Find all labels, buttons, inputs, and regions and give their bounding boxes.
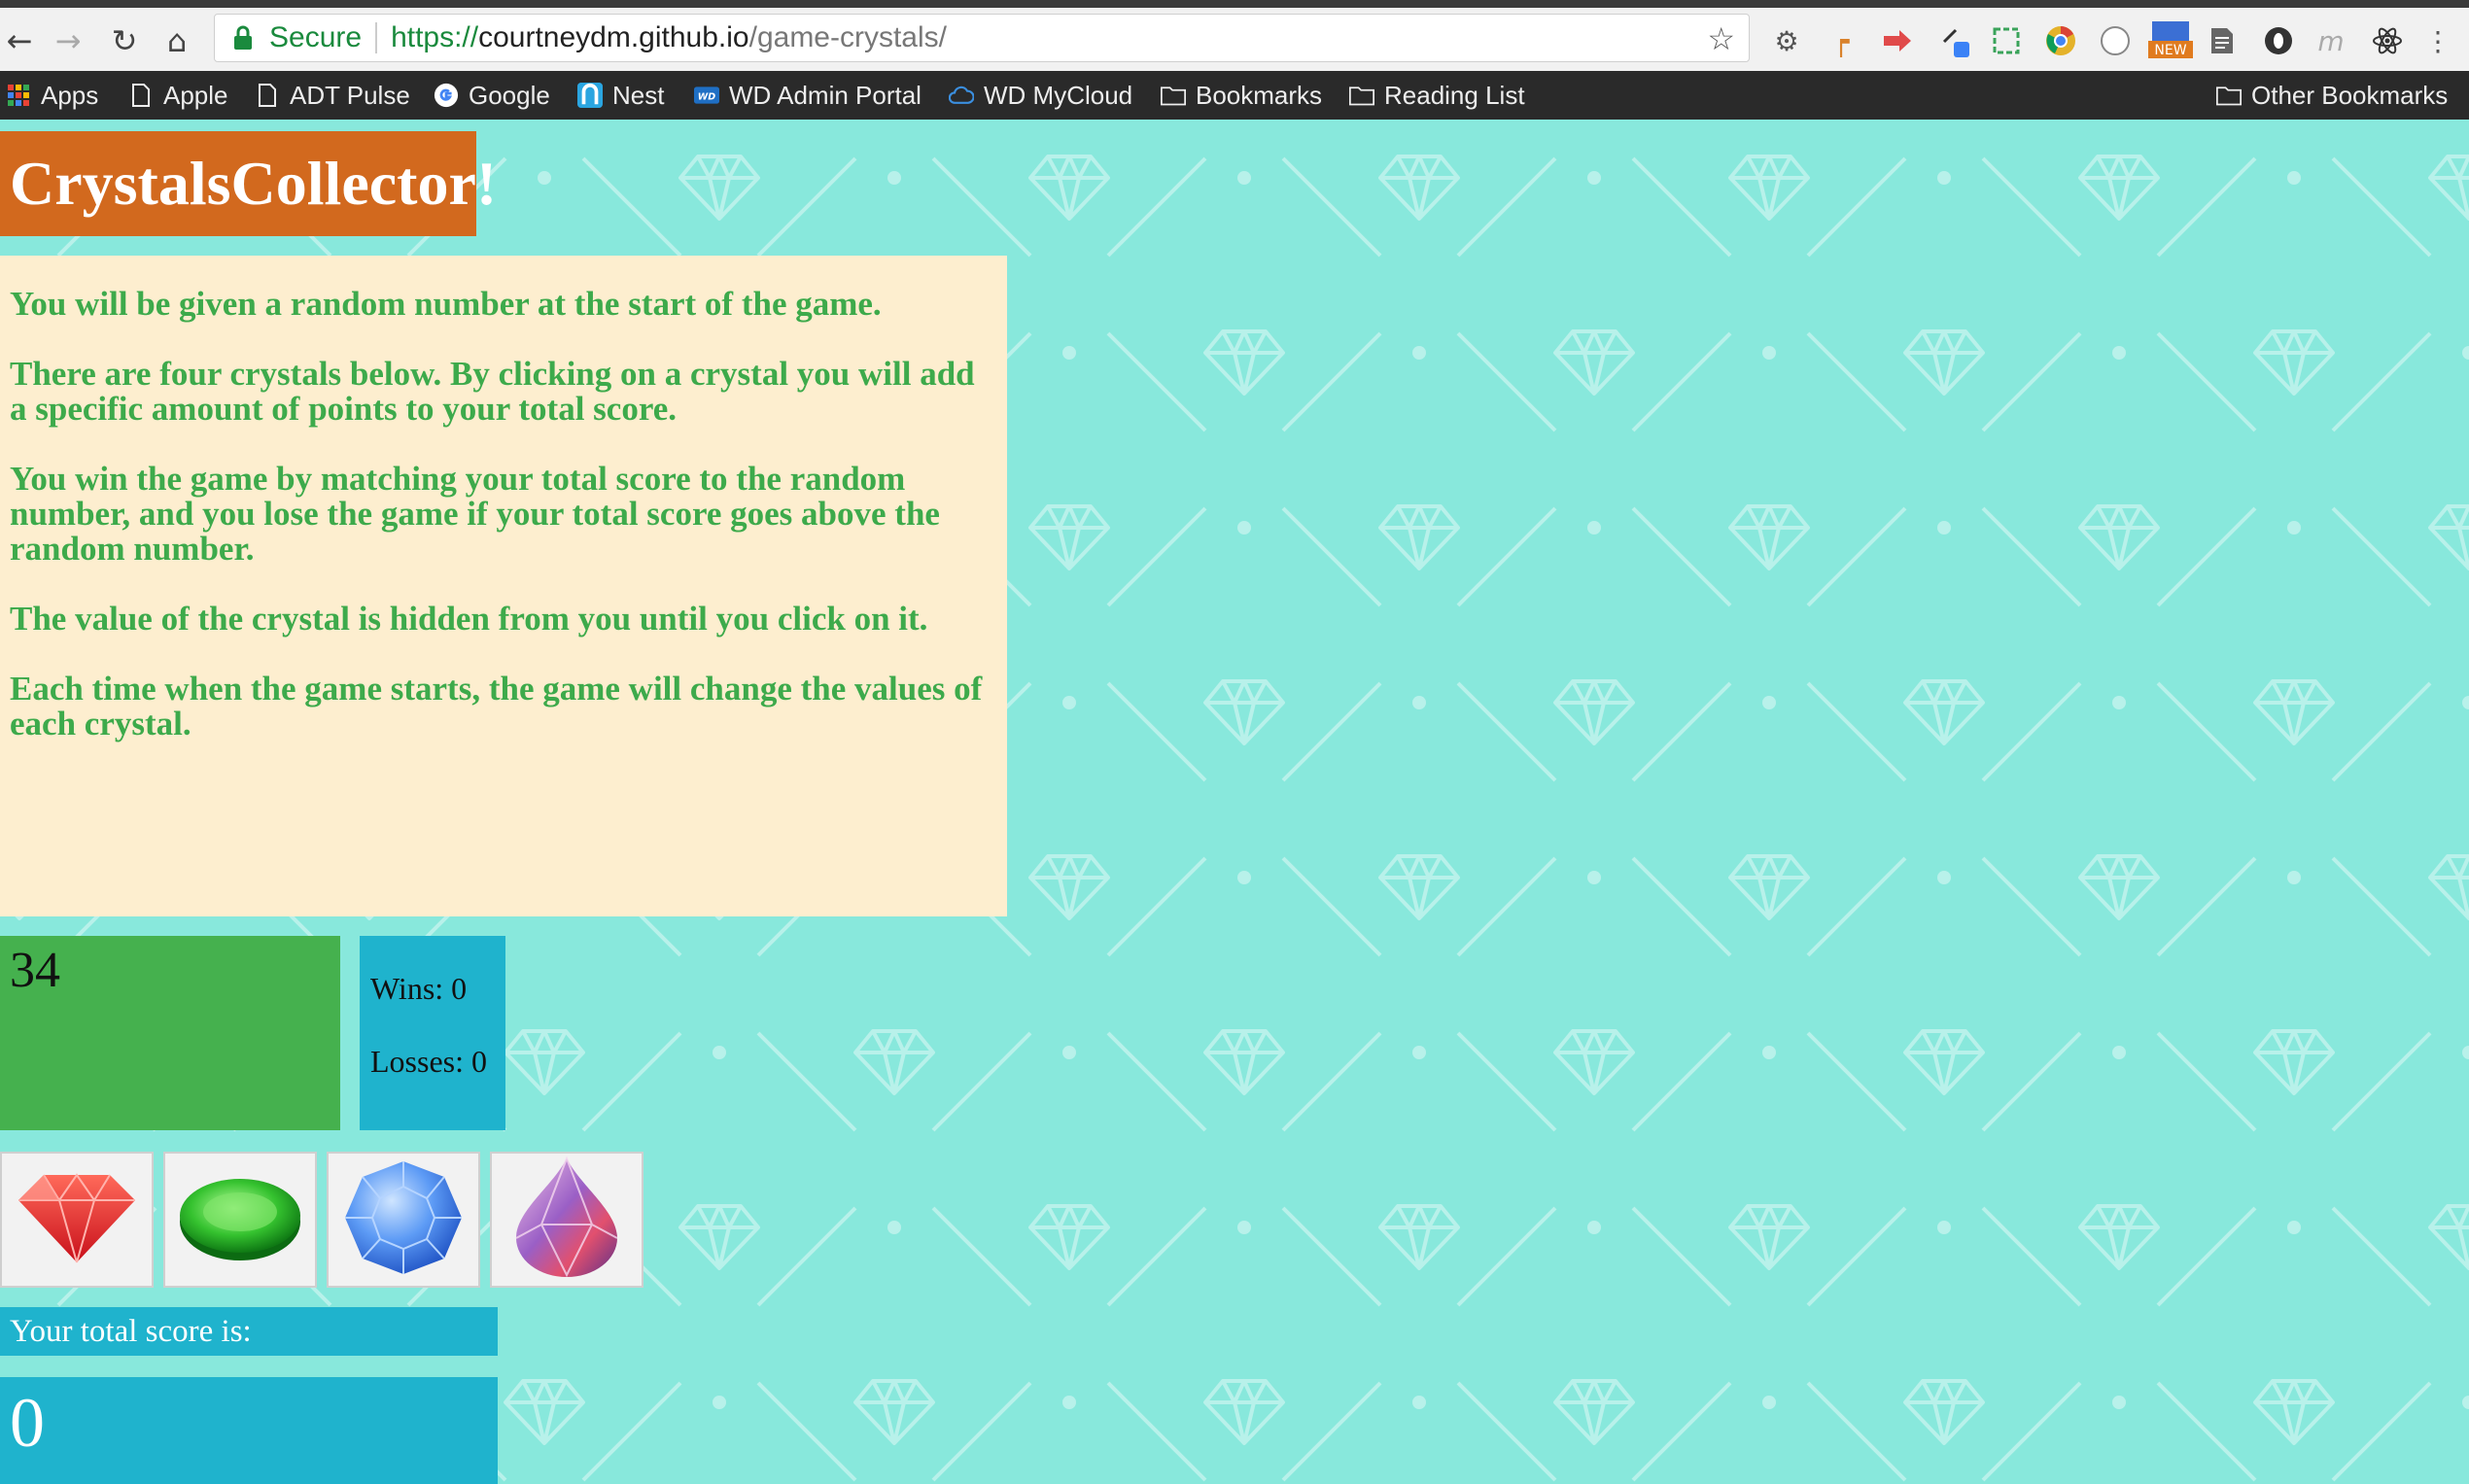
total-score-label: Your total score is: [0,1307,498,1356]
bookmark-wd-admin-portal[interactable]: WD WD Admin Portal [694,71,922,120]
bookmark-google[interactable]: Google [434,71,550,120]
pen-icon[interactable] [1938,23,1973,58]
red-crystal-icon [15,1169,139,1271]
page-icon [255,83,280,108]
atom-icon[interactable] [2370,23,2405,58]
bookmark-apple[interactable]: Apple [128,71,228,120]
circle-icon[interactable] [2098,23,2133,58]
bookmark-label: Apple [163,80,228,110]
crystal-button-blue[interactable] [327,1152,480,1288]
bookmark-star-icon[interactable]: ☆ [1707,20,1735,57]
crystal-button-green[interactable] [163,1152,317,1288]
bookmark-label: Bookmarks [1196,80,1323,110]
bookmark-label: Nest [612,80,665,110]
document-icon[interactable] [2205,23,2240,58]
red-arrow-icon[interactable] [1880,23,1915,58]
pin-icon[interactable]: ┍ [1824,23,1859,58]
bookmark-label: Reading List [1384,80,1525,110]
bookmark-label: Apps [41,80,99,110]
new-badge-icon[interactable]: NEW [2148,21,2193,58]
win-loss-panel: Wins: 0 Losses: 0 [360,936,505,1130]
browser-toolbar: ← → ↻ ⌂ Secure https:// courtneydm.githu… [0,0,2469,71]
crystal-button-red[interactable] [0,1152,154,1288]
address-bar[interactable]: Secure https:// courtneydm.github.io /ga… [214,14,1750,62]
cloud-icon [949,83,974,108]
wins-count: Wins: 0 [370,971,468,1006]
bookmark-wd-mycloud[interactable]: WD MyCloud [949,71,1132,120]
instruction-text: You win the game by matching your total … [10,460,940,568]
bookmark-adt-pulse[interactable]: ADT Pulse [255,71,410,120]
svg-text:NEW: NEW [2154,43,2186,58]
chrome-logo-icon[interactable] [2043,23,2078,58]
instruction-text: You will be given a random number at the… [10,285,882,323]
lock-icon [232,23,258,52]
home-icon[interactable]: ⌂ [157,21,196,60]
google-icon [434,83,459,108]
blue-crystal-icon [343,1159,464,1281]
game-page: CrystalsCollector! You will be given a r… [0,120,2469,1484]
bookmark-nest[interactable]: Nest [577,71,664,120]
secure-label: Secure [269,21,363,53]
folder-icon [1349,83,1374,108]
instruction-text: There are four crystals below. By clicki… [10,355,975,428]
page-icon [128,83,154,108]
game-title: CrystalsCollector! [0,131,497,236]
losses-count: Losses: 0 [370,1044,487,1079]
svg-text:WD: WD [698,91,715,102]
gear-icon[interactable]: ⚙ [1769,23,1804,58]
instructions-panel: You will be given a random number at the… [0,256,1007,916]
screenshot-icon[interactable] [1989,23,2024,58]
omnibox-divider [375,22,378,53]
folder-icon [1161,83,1186,108]
folder-icon [2216,83,2242,108]
bookmark-folder-other[interactable]: Other Bookmarks [2216,71,2448,120]
o-icon[interactable] [2261,23,2296,58]
url-path: /game-crystals/ [748,21,947,53]
bookmark-label: Google [469,80,550,110]
bookmark-folder-reading-list[interactable]: Reading List [1349,71,1525,120]
wd-icon: WD [694,83,719,108]
more-icon[interactable]: ⋮ [2420,23,2455,58]
bookmark-folder-bookmarks[interactable]: Bookmarks [1161,71,1322,120]
bookmark-label: Other Bookmarks [2251,80,2449,110]
instruction-text: Each time when the game starts, the game… [10,670,983,742]
m-icon[interactable]: m [2313,23,2348,58]
forward-icon[interactable]: → [49,21,87,60]
apps-grid-icon [6,83,31,108]
crystal-button-purple[interactable] [490,1152,643,1288]
bookmark-label: WD Admin Portal [729,80,922,110]
green-crystal-icon [176,1171,304,1269]
random-target-number: 34 [0,936,340,1130]
bookmark-label: ADT Pulse [290,80,410,110]
back-icon[interactable]: ← [0,21,39,60]
bookmark-apps[interactable]: Apps [6,71,98,120]
purple-crystal-icon [512,1155,621,1284]
instruction-text: The value of the crystal is hidden from … [10,600,928,638]
total-score-value: 0 [0,1377,498,1484]
bookmark-label: WD MyCloud [984,80,1133,110]
nest-icon [577,83,603,108]
url-scheme: https:// [391,21,479,53]
url-host: courtneydm.github.io [478,21,749,53]
reload-icon[interactable]: ↻ [105,21,144,60]
bookmarks-bar: Apps Apple ADT Pulse Google Nest WD WD A… [0,71,2469,120]
